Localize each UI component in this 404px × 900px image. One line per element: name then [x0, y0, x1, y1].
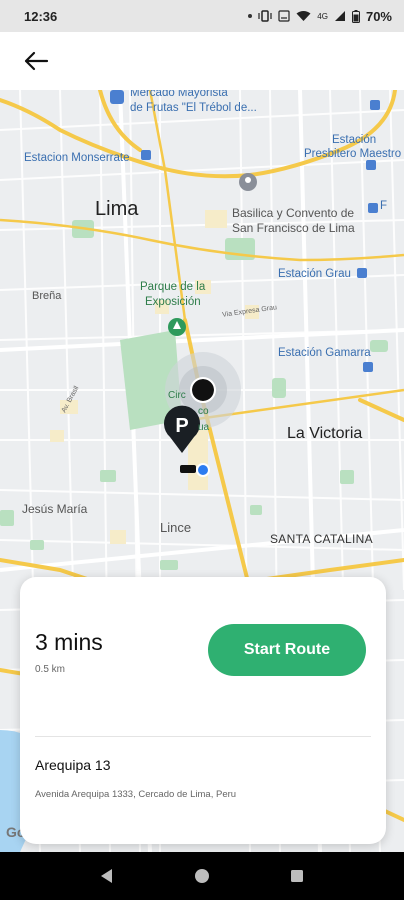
arrow-left-icon: [24, 51, 49, 71]
nav-home-icon: [194, 869, 209, 883]
eta-time: 3 mins: [35, 629, 103, 655]
map-label-parque-1: Parque de la: [140, 281, 206, 293]
nav-back-icon: [101, 869, 113, 883]
nav-home-button[interactable]: [182, 856, 222, 896]
parking-marker-letter: P: [175, 415, 188, 437]
map-label-basilica-2: San Francisco de Lima: [232, 221, 355, 235]
back-button[interactable]: [20, 45, 52, 77]
map-label-jesus-maria: Jesús María: [22, 502, 88, 516]
map-label-santa-catalina: SANTA CATALINA: [270, 532, 373, 546]
nav-back-button[interactable]: [87, 856, 127, 896]
notification-dot-icon: [248, 14, 253, 18]
header: [0, 32, 404, 90]
map-label-estacion-presbitero-2: Presbitero Maestro: [304, 148, 402, 160]
status-bar: 12:36 4G 70%: [0, 0, 404, 32]
map-label-estacion-gamarra: Estación Gamarra: [278, 347, 371, 359]
map-label-mercado-2: de Frutas "El Trébol de...: [130, 102, 257, 114]
battery-icon: [351, 9, 360, 23]
route-card: 3 mins 0.5 km Start Route Arequipa 13 Av…: [20, 577, 386, 844]
nav-recents-icon: [290, 870, 303, 882]
system-nav-bar: [0, 852, 404, 900]
map-label-estacion-grau: Estación Grau: [278, 268, 351, 280]
status-time: 12:36: [24, 8, 58, 24]
map-label-edge-f: F: [380, 200, 388, 212]
map-label-circuito-1: Circ: [168, 390, 186, 401]
parking-marker-icon[interactable]: P: [162, 405, 202, 455]
map-label-mercado-1: Mercado Mayorista: [130, 90, 228, 99]
vibrate-icon: [258, 10, 272, 22]
map-label-estacion-monserrate: Estacion Monserrate: [24, 152, 130, 164]
battery-percent: 70%: [365, 8, 392, 24]
wifi-icon: [296, 11, 311, 21]
nav-recents-button[interactable]: [277, 856, 317, 896]
destination-name: Arequipa 13: [35, 757, 111, 773]
eta-distance: 0.5 km: [35, 664, 66, 675]
map-label-circuito-2: co: [198, 406, 209, 417]
card-divider: [35, 736, 371, 737]
map-label-parque-2: Exposición: [145, 296, 201, 308]
lte-signal-icon: [278, 10, 290, 22]
map-label-lince: Lince: [160, 520, 192, 535]
destination-address: Avenida Arequipa 1333, Cercado de Lima, …: [35, 789, 237, 800]
map-label-brena: Breña: [32, 290, 62, 302]
map-label-la-victoria: La Victoria: [287, 425, 363, 442]
cell-signal-icon: [334, 11, 345, 21]
map-label-lima: Lima: [95, 198, 139, 220]
start-route-button[interactable]: Start Route: [208, 624, 366, 676]
status-icons: 4G 70%: [248, 9, 392, 24]
map-label-basilica-1: Basilica y Convento de: [232, 206, 355, 220]
network-type: 4G: [317, 11, 328, 21]
map-label-circuito-3: ua: [198, 422, 210, 433]
map-label-estacion-presbitero-1: Estación: [332, 134, 377, 146]
